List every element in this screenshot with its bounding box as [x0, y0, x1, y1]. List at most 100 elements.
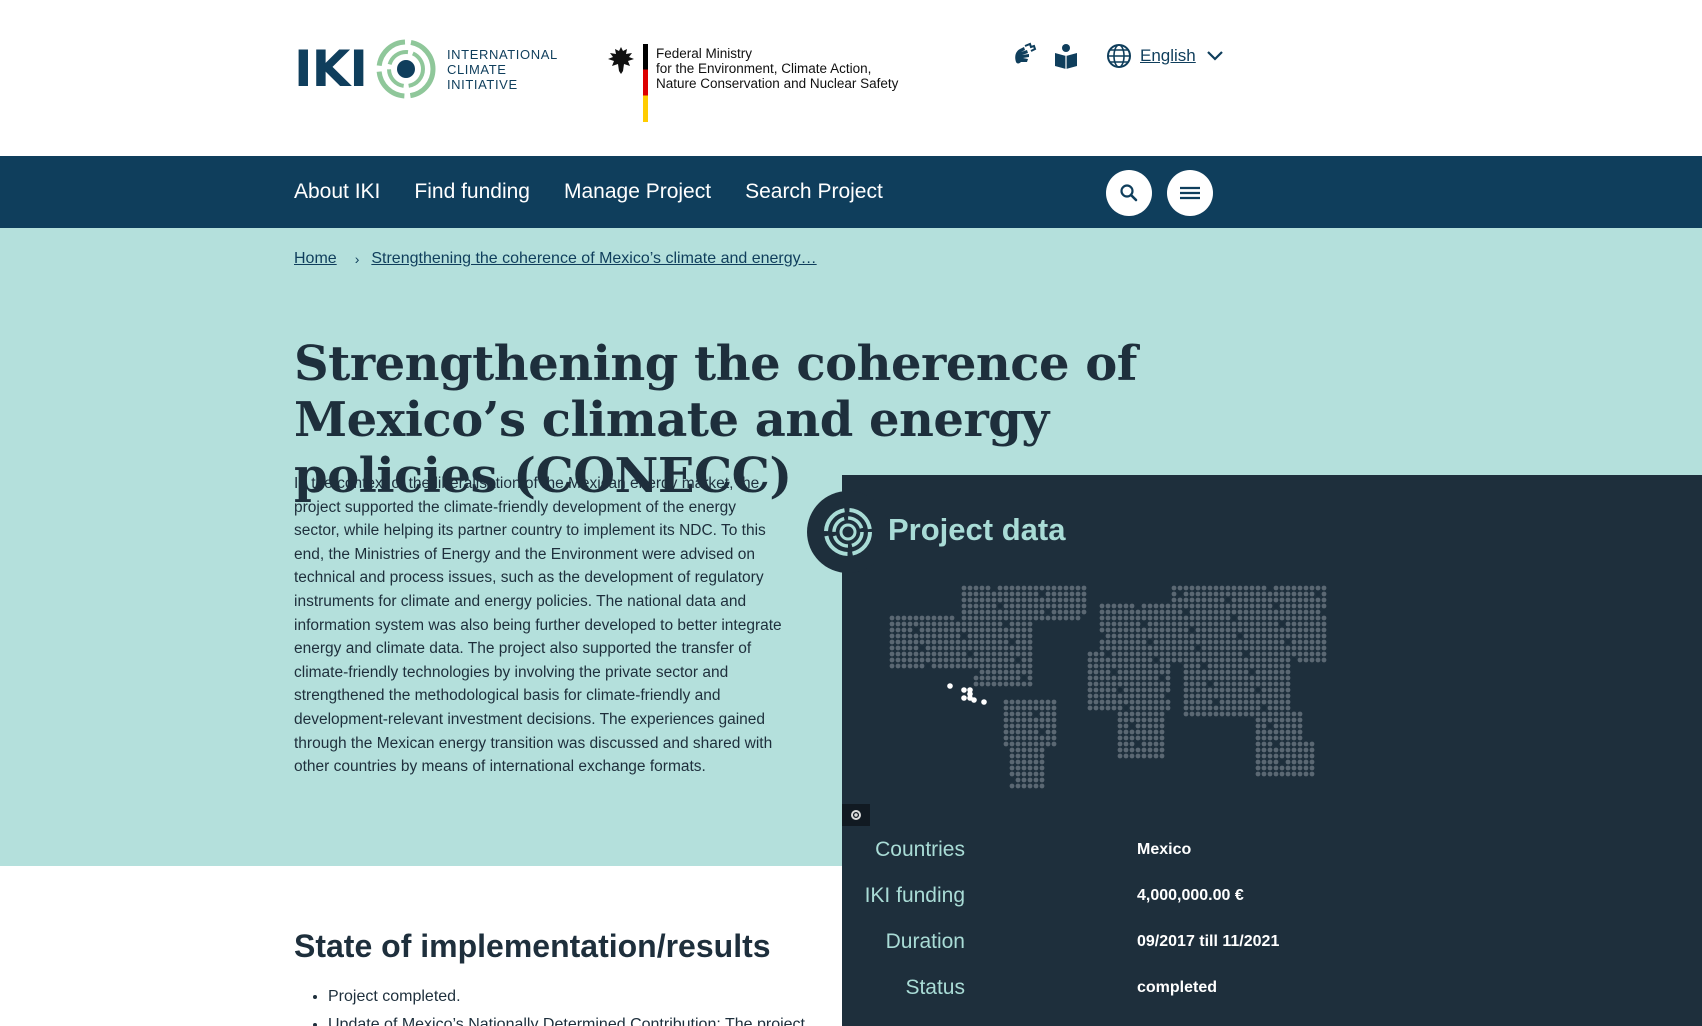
map-dot — [961, 597, 967, 603]
map-dot — [1087, 669, 1093, 675]
map-dot — [1237, 687, 1243, 693]
map-dot — [1009, 609, 1015, 615]
map-dot — [1285, 693, 1291, 699]
map-dot — [1135, 675, 1141, 681]
easy-read-book-icon[interactable] — [1052, 42, 1080, 70]
nav-item-about-iki[interactable]: About IKI — [294, 180, 380, 204]
map-dot — [1225, 585, 1231, 591]
fact-status: Status completed — [842, 976, 1702, 1006]
map-dot — [1285, 699, 1291, 705]
search-button[interactable] — [1106, 170, 1152, 216]
map-dot — [1309, 615, 1315, 621]
map-dot — [991, 669, 997, 675]
language-selector[interactable]: English — [1106, 43, 1224, 69]
map-dot — [1129, 645, 1135, 651]
map-dot — [1303, 759, 1309, 765]
map-dot — [1207, 669, 1213, 675]
map-dot — [1291, 717, 1297, 723]
map-dot — [1021, 735, 1027, 741]
map-dot — [1159, 615, 1165, 621]
map-dot — [955, 627, 961, 633]
nav-item-search-project[interactable]: Search Project — [745, 180, 883, 204]
map-dot — [1015, 639, 1021, 645]
map-dot — [1213, 675, 1219, 681]
image-credit-button[interactable] — [842, 804, 870, 826]
breadcrumb-home-link[interactable]: Home — [294, 250, 337, 268]
breadcrumb-current-link[interactable]: Strengthening the coherence of Mexico’s … — [371, 250, 816, 268]
map-dot — [1255, 645, 1261, 651]
fact-countries: Countries Mexico — [842, 838, 1702, 868]
map-dot — [1297, 717, 1303, 723]
map-dot — [1255, 663, 1261, 669]
map-dot — [1261, 759, 1267, 765]
map-dot — [1039, 597, 1045, 603]
map-dot — [1225, 693, 1231, 699]
map-dot — [1105, 705, 1111, 711]
map-dot — [1303, 771, 1309, 777]
map-dot — [943, 621, 949, 627]
map-dot — [1261, 693, 1267, 699]
map-dot — [973, 621, 979, 627]
map-dot — [1123, 735, 1129, 741]
iki-logo[interactable]: IKI INTERNATIONAL CLIMATE INITIATIVE — [294, 38, 558, 100]
map-dot — [949, 657, 955, 663]
map-dot — [1069, 585, 1075, 591]
map-dot — [919, 657, 925, 663]
map-dot — [1291, 711, 1297, 717]
map-dot — [1015, 741, 1021, 747]
nav-item-find-funding[interactable]: Find funding — [414, 180, 530, 204]
map-dot — [1093, 675, 1099, 681]
ministry-logo[interactable]: Federal Ministry for the Environment, Cl… — [605, 44, 898, 122]
map-dot — [1297, 597, 1303, 603]
fact-value: 09/2017 till 11/2021 — [1137, 933, 1280, 950]
map-dot — [979, 621, 985, 627]
map-dot — [1213, 651, 1219, 657]
map-dot — [1243, 681, 1249, 687]
map-dot — [1291, 651, 1297, 657]
map-dot — [1141, 687, 1147, 693]
map-dot — [1321, 591, 1327, 597]
map-dot — [1021, 783, 1027, 789]
nav-item-manage-project[interactable]: Manage Project — [564, 180, 711, 204]
fact-label: IKI funding — [864, 884, 965, 907]
map-dot — [1135, 729, 1141, 735]
map-dot — [1207, 603, 1213, 609]
map-dot — [1273, 633, 1279, 639]
map-dot — [1033, 717, 1039, 723]
map-dot — [1285, 723, 1291, 729]
map-dot — [997, 633, 1003, 639]
map-dot — [1171, 657, 1177, 663]
chevron-down-icon — [1206, 51, 1223, 61]
map-dot — [1003, 633, 1009, 639]
map-dot — [931, 663, 937, 669]
map-dot — [1201, 609, 1207, 615]
map-dot — [1213, 609, 1219, 615]
map-dot — [1177, 609, 1183, 615]
menu-button[interactable] — [1167, 170, 1213, 216]
map-dot — [1117, 639, 1123, 645]
map-dot — [1195, 711, 1201, 717]
map-dot — [1237, 585, 1243, 591]
map-dot — [1207, 615, 1213, 621]
map-dot — [1303, 597, 1309, 603]
results-list: Project completed. Update of Mexico’s Na… — [328, 984, 808, 1026]
map-dot — [1129, 657, 1135, 663]
map-dot — [1183, 687, 1189, 693]
map-dot — [1225, 675, 1231, 681]
map-dot — [1129, 729, 1135, 735]
map-dot — [1279, 705, 1285, 711]
map-dot — [1207, 597, 1213, 603]
map-dot — [973, 645, 979, 651]
map-dot — [985, 639, 991, 645]
map-dot — [1105, 669, 1111, 675]
map-dot — [1135, 639, 1141, 645]
map-dot — [1279, 765, 1285, 771]
sign-language-icon[interactable] — [1010, 42, 1038, 70]
map-dot — [1225, 621, 1231, 627]
map-dot — [1129, 747, 1135, 753]
map-dot — [1273, 717, 1279, 723]
map-dot — [1015, 597, 1021, 603]
map-dot — [1075, 591, 1081, 597]
map-dot — [1273, 747, 1279, 753]
map-dot — [1075, 603, 1081, 609]
